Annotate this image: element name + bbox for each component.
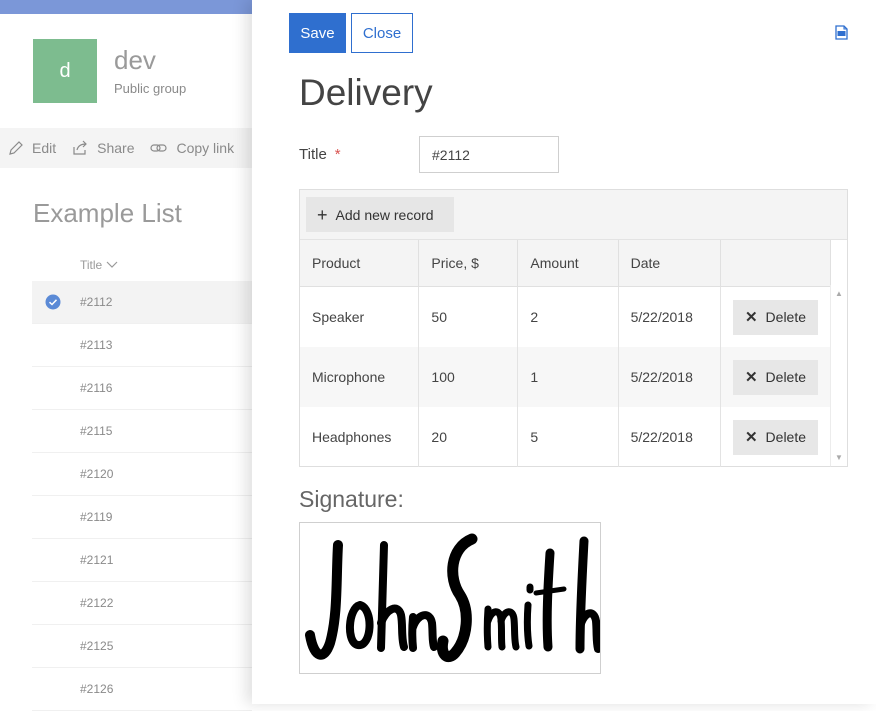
checkmark-circle-icon[interactable] [45, 294, 61, 310]
site-logo[interactable]: d [33, 39, 97, 103]
list-item-title: #2126 [80, 682, 114, 696]
delete-button[interactable]: ✕ Delete [733, 299, 818, 335]
column-header-price[interactable]: Price, $ [418, 240, 519, 287]
list-item-title: #2113 [80, 338, 113, 352]
list-item[interactable]: #2119 [32, 496, 252, 539]
list-item[interactable]: #2121 [32, 539, 252, 582]
copy-link-command[interactable]: Copy link [150, 140, 234, 156]
column-header-product[interactable]: Product [300, 240, 420, 287]
share-command[interactable]: Share [72, 140, 134, 156]
plus-icon: + [317, 204, 328, 225]
title-column-label: Title [80, 258, 103, 272]
list-item[interactable]: #2115 [32, 410, 252, 453]
list-item-title: #2120 [80, 467, 114, 481]
site-name[interactable]: dev [114, 45, 186, 76]
table-header-row: Product Price, $ Amount Date [300, 240, 831, 287]
pdf-export-icon[interactable] [834, 25, 849, 40]
table-row: Speaker 50 2 5/22/2018 ✕ Delete [300, 286, 831, 347]
edit-command-label: Edit [32, 140, 57, 156]
list-item[interactable]: #2116 [32, 367, 252, 410]
list-item-title: #2125 [80, 639, 114, 653]
scroll-down-arrow-icon[interactable]: ▼ [835, 453, 843, 462]
suite-bar [0, 0, 252, 14]
share-icon [73, 140, 87, 155]
delete-button-label: Delete [765, 309, 807, 325]
list-item[interactable]: #2125 [32, 625, 252, 668]
list-rows: #2112 #2113 #2116 #2115 #2120 #2119 #2121 #2122… [32, 281, 252, 711]
close-x-icon: ✕ [744, 369, 758, 386]
cell-price[interactable]: 20 [418, 407, 519, 467]
cell-amount[interactable]: 2 [517, 286, 619, 347]
list-item-title: #2112 [80, 295, 113, 309]
list-item[interactable]: #2112 [32, 281, 252, 324]
scroll-up-arrow-icon[interactable]: ▲ [835, 289, 843, 298]
table-row: Microphone 100 1 5/22/2018 ✕ Delete [300, 347, 831, 407]
pencil-icon [9, 141, 23, 155]
title-field-label: Title * [299, 146, 341, 163]
list-item-title: #2121 [80, 553, 114, 567]
close-x-icon: ✕ [744, 429, 758, 446]
delete-button-label: Delete [765, 429, 807, 445]
records-table-body: Speaker 50 2 5/22/2018 ✕ Delete Microphone 100 1… [300, 286, 831, 467]
list-item-title: #2116 [80, 381, 113, 395]
list-item-title: #2122 [80, 596, 114, 610]
background-sharepoint-page: d dev Public group Edit Share Copy link [0, 0, 252, 711]
delete-button[interactable]: ✕ Delete [733, 419, 818, 455]
cell-amount[interactable]: 1 [517, 347, 619, 407]
site-header: d dev Public group [33, 39, 186, 103]
cell-product[interactable]: Headphones [300, 407, 420, 467]
list-item[interactable]: #2126 [32, 668, 252, 711]
records-table: Product Price, $ Amount Date Speaker 50 2 5… [300, 240, 831, 467]
required-marker: * [334, 146, 341, 163]
site-subtitle: Public group [114, 81, 187, 96]
cell-actions: ✕ Delete [720, 286, 831, 347]
edit-command[interactable]: Edit [8, 140, 56, 156]
cell-actions: ✕ Delete [720, 347, 831, 407]
close-x-icon: ✕ [744, 309, 758, 326]
share-command-label: Share [97, 140, 135, 156]
copy-link-command-label: Copy link [176, 140, 235, 156]
cell-price[interactable]: 50 [418, 286, 519, 347]
title-field-label-text: Title [299, 146, 327, 163]
grid-scrollbar[interactable]: ▲ ▼ [830, 285, 847, 466]
add-new-record-label: Add new record [335, 206, 434, 223]
link-icon [150, 144, 168, 152]
list-item[interactable]: #2122 [32, 582, 252, 625]
column-header-date[interactable]: Date [618, 240, 722, 287]
column-header-amount[interactable]: Amount [517, 240, 619, 287]
cell-amount[interactable]: 5 [517, 407, 619, 467]
chevron-down-icon [106, 261, 118, 268]
form-panel: Save Close Delivery Title * + Add new rec… [252, 0, 876, 704]
list-item-title: #2115 [80, 424, 113, 438]
add-new-record-button[interactable]: + Add new record [306, 197, 454, 232]
signature-label: Signature: [299, 486, 404, 512]
cell-date[interactable]: 5/22/2018 [618, 407, 722, 467]
table-row: Headphones 20 5 5/22/2018 ✕ Delete [300, 407, 831, 467]
cell-product[interactable]: Speaker [300, 286, 420, 347]
cell-date[interactable]: 5/22/2018 [618, 286, 722, 347]
save-button[interactable]: Save [289, 13, 346, 53]
site-info: dev Public group [114, 45, 186, 96]
title-column-header[interactable]: Title [80, 258, 118, 272]
list-item[interactable]: #2120 [32, 453, 252, 496]
cell-price[interactable]: 100 [418, 347, 519, 407]
records-grid: + Add new record Product Price, $ Amount… [299, 189, 848, 467]
close-button[interactable]: Close [351, 13, 413, 53]
delete-button-label: Delete [765, 369, 807, 385]
delete-button[interactable]: ✕ Delete [733, 359, 818, 395]
handwritten-signature [305, 533, 602, 662]
signature-pad[interactable] [299, 522, 602, 674]
list-item-title: #2119 [80, 510, 113, 524]
list-title: Example List [33, 198, 182, 228]
cell-product[interactable]: Microphone [300, 347, 420, 407]
cell-date[interactable]: 5/22/2018 [618, 347, 722, 407]
form-title: Delivery [299, 72, 433, 113]
list-item[interactable]: #2113 [32, 324, 252, 367]
title-input[interactable] [419, 136, 559, 173]
column-header-actions [720, 240, 831, 287]
grid-toolbar: + Add new record [300, 190, 847, 240]
cell-actions: ✕ Delete [720, 407, 831, 467]
command-bar: Edit Share Copy link [0, 128, 252, 168]
